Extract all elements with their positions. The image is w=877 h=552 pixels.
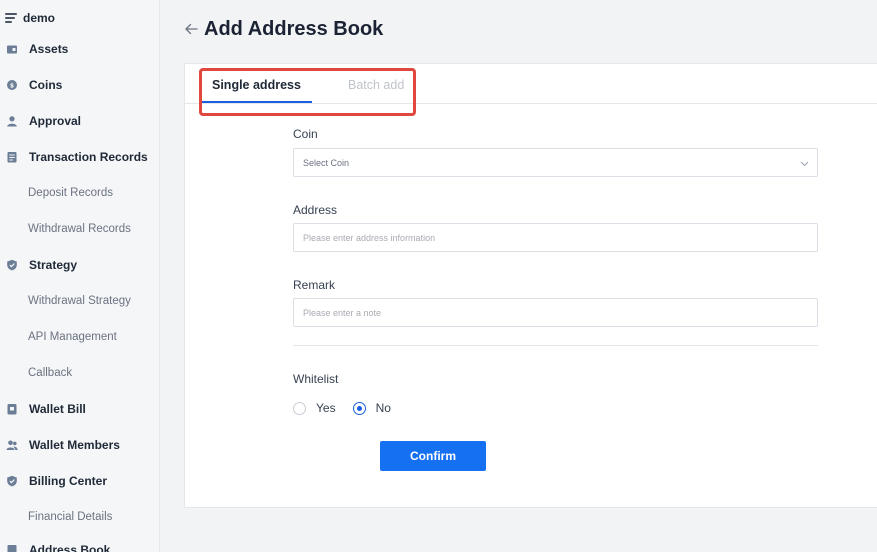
sidebar: demo Assets $ Coins Approval Transaction…	[0, 0, 160, 552]
confirm-button[interactable]: Confirm	[380, 441, 486, 471]
whitelist-yes-radio[interactable]: Yes	[293, 401, 336, 415]
coin-select[interactable]: Select Coin	[293, 148, 818, 177]
whitelist-no-radio[interactable]: No	[352, 401, 391, 415]
address-label: Address	[293, 203, 338, 217]
sidebar-item-label: Address Book	[29, 543, 111, 552]
sidebar-item-assets[interactable]: Assets	[0, 37, 159, 61]
menu-icon[interactable]	[5, 13, 17, 23]
address-input[interactable]	[303, 232, 817, 243]
sidebar-item-label: Billing Center	[29, 474, 108, 488]
sidebar-item-label: Wallet Bill	[29, 402, 86, 416]
shield-icon	[6, 475, 18, 487]
chevron-down-icon	[800, 159, 809, 168]
remark-label: Remark	[293, 278, 336, 292]
whitelist-radio-group: Yes No	[293, 400, 391, 416]
sidebar-item-withdrawal-records[interactable]: Withdrawal Records	[0, 217, 159, 241]
coin-select-placeholder: Select Coin	[303, 157, 350, 168]
sidebar-item-coins[interactable]: $ Coins	[0, 73, 159, 97]
wallet-icon	[6, 43, 18, 55]
sidebar-item-withdrawal-strategy[interactable]: Withdrawal Strategy	[0, 289, 159, 313]
sidebar-item-approval[interactable]: Approval	[0, 109, 159, 133]
sidebar-item-label: Deposit Records	[28, 187, 114, 199]
sidebar-item-label: Approval	[29, 114, 82, 128]
bill-icon	[6, 403, 18, 415]
sidebar-item-transaction-records[interactable]: Transaction Records	[0, 145, 159, 169]
user-icon	[6, 115, 18, 127]
sidebar-item-label: Coins	[29, 78, 63, 92]
sidebar-item-label: Financial Details	[28, 511, 113, 523]
sidebar-item-label: Callback	[28, 367, 73, 379]
sidebar-item-label: Withdrawal Strategy	[28, 295, 131, 307]
sidebar-item-label: API Management	[28, 331, 117, 343]
shield-icon	[6, 259, 18, 271]
page-title: Add Address Book	[204, 17, 384, 40]
back-arrow-icon[interactable]	[184, 22, 198, 36]
book-icon	[6, 544, 18, 552]
svg-text:$: $	[10, 82, 14, 89]
tabs-highlight-box	[199, 68, 416, 116]
whitelist-no-label: No	[375, 401, 391, 415]
sidebar-item-label: Transaction Records	[29, 150, 148, 164]
sidebar-item-strategy[interactable]: Strategy	[0, 253, 159, 277]
sidebar-item-label: Assets	[29, 42, 69, 56]
coin-icon: $	[6, 79, 18, 91]
address-book-form-card: Single address Batch add Coin Select Coi…	[184, 63, 877, 508]
radio-unchecked-icon[interactable]	[293, 401, 306, 415]
sidebar-item-financial-details[interactable]: Financial Details	[0, 505, 159, 529]
brand-name: demo	[23, 11, 56, 25]
sidebar-item-billing-center[interactable]: Billing Center	[0, 469, 159, 493]
sidebar-item-callback[interactable]: Callback	[0, 361, 159, 385]
sidebar-item-api-management[interactable]: API Management	[0, 325, 159, 349]
whitelist-label: Whitelist	[293, 372, 339, 386]
users-icon	[6, 439, 18, 451]
form-divider	[293, 345, 818, 346]
page-header: Add Address Book	[184, 16, 383, 42]
remark-input[interactable]	[303, 307, 817, 318]
document-icon	[6, 151, 18, 163]
radio-checked-icon[interactable]	[352, 401, 366, 415]
whitelist-yes-label: Yes	[316, 401, 336, 415]
sidebar-item-label: Withdrawal Records	[28, 223, 131, 235]
address-field-wrapper	[293, 223, 818, 252]
brand[interactable]: demo	[5, 10, 55, 26]
sidebar-item-deposit-records[interactable]: Deposit Records	[0, 181, 159, 205]
sidebar-item-wallet-bill[interactable]: Wallet Bill	[0, 397, 159, 421]
sidebar-item-label: Wallet Members	[29, 438, 120, 452]
remark-field-wrapper	[293, 298, 818, 327]
sidebar-item-label: Strategy	[29, 258, 78, 272]
sidebar-item-wallet-members[interactable]: Wallet Members	[0, 433, 159, 457]
sidebar-item-address-book[interactable]: Address Book	[0, 538, 159, 552]
coin-label: Coin	[293, 127, 318, 141]
